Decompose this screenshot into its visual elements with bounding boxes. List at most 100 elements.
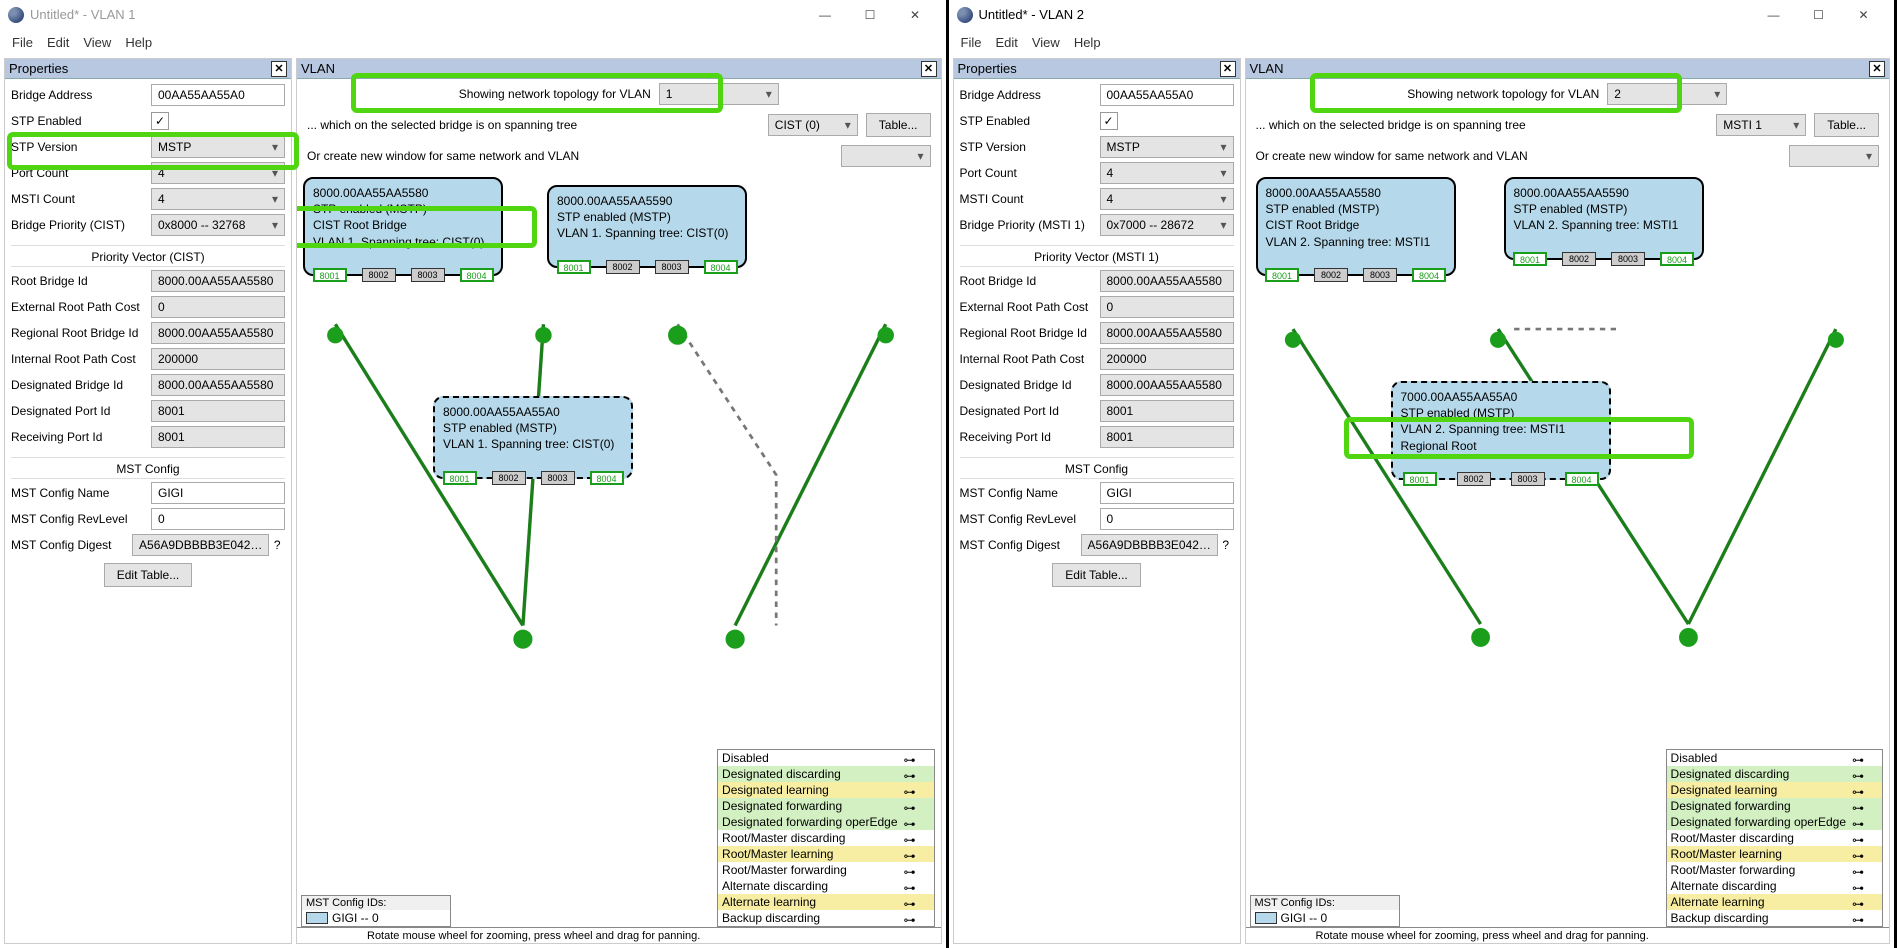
menubar: File Edit View Help [949, 30, 1895, 54]
port[interactable]: 8003 [1611, 252, 1645, 266]
bridge-priority-select[interactable]: 0x7000 -- 28672 [1100, 214, 1234, 236]
port[interactable]: 8004 [1660, 252, 1694, 266]
new-window-vlan-select[interactable] [841, 145, 931, 167]
legend-label: Alternate learning [1671, 895, 1846, 909]
legend-row: Designated forwarding⊶ [1667, 798, 1882, 814]
vlan-controls: Showing network topology for VLAN 2 ... … [1246, 79, 1890, 171]
minimize-button[interactable]: — [803, 0, 848, 30]
bridge-node-c-selected[interactable]: 7000.00AA55AA55A0 STP enabled (MSTP) VLA… [1391, 381, 1611, 480]
panel-close-icon[interactable]: ✕ [1869, 61, 1885, 77]
digest-help-icon[interactable]: ? [1218, 538, 1234, 552]
mst-name-input[interactable]: GIGI [151, 482, 285, 504]
menu-edit[interactable]: Edit [995, 35, 1017, 50]
menu-view[interactable]: View [1032, 35, 1060, 50]
table-button[interactable]: Table... [1814, 113, 1879, 137]
bridge-node-c-selected[interactable]: 8000.00AA55AA55A0 STP enabled (MSTP) VLA… [433, 396, 633, 479]
port[interactable]: 8004 [1412, 268, 1446, 282]
msti-count-select[interactable]: 4 [1100, 188, 1234, 210]
port[interactable]: 8002 [362, 268, 396, 282]
menu-help[interactable]: Help [125, 35, 152, 50]
vlan-select[interactable]: 2 [1607, 83, 1727, 105]
legend-label: Designated forwarding operEdge [1671, 815, 1846, 829]
edit-table-button[interactable]: Edit Table... [104, 563, 192, 587]
mst-rev-input[interactable]: 0 [1100, 508, 1234, 530]
bridge-address-input[interactable]: 00AA55AA55A0 [151, 84, 285, 106]
root-bridge-id-value: 8000.00AA55AA5580 [1100, 270, 1234, 292]
topology-canvas[interactable]: 8000.00AA55AA5580 STP enabled (MSTP) CIS… [297, 171, 941, 943]
port-count-select[interactable]: 4 [1100, 162, 1234, 184]
port[interactable]: 8004 [460, 268, 494, 282]
msti-count-select[interactable]: 4 [151, 188, 285, 210]
bridge-address-label: Bridge Address [960, 88, 1100, 102]
port[interactable]: 8003 [411, 268, 445, 282]
mst-rev-input[interactable]: 0 [151, 508, 285, 530]
menu-edit[interactable]: Edit [47, 35, 69, 50]
port[interactable]: 8001 [1265, 268, 1299, 282]
mst-name-input[interactable]: GIGI [1100, 482, 1234, 504]
port[interactable]: 8002 [1314, 268, 1348, 282]
panel-close-icon[interactable]: ✕ [921, 61, 937, 77]
menu-help[interactable]: Help [1074, 35, 1101, 50]
reg-root-id-label: Regional Root Bridge Id [960, 326, 1100, 340]
stp-enabled-checkbox[interactable]: ✓ [1100, 112, 1118, 130]
properties-header: Properties ✕ [5, 59, 291, 79]
bridge-node-b[interactable]: 8000.00AA55AA5590 STP enabled (MSTP) VLA… [1504, 177, 1704, 260]
port[interactable]: 8001 [1513, 252, 1547, 266]
reg-root-id-value: 8000.00AA55AA5580 [1100, 322, 1234, 344]
port[interactable]: 8001 [1403, 472, 1437, 486]
legend-symbol-icon: ⊶ [904, 833, 930, 843]
vlan-panel: VLAN ✕ Showing network topology for VLAN… [1245, 58, 1891, 944]
bridge-address-input[interactable]: 00AA55AA55A0 [1100, 84, 1234, 106]
port[interactable]: 8003 [1363, 268, 1397, 282]
menu-file[interactable]: File [961, 35, 982, 50]
edit-table-button[interactable]: Edit Table... [1052, 563, 1140, 587]
close-button[interactable]: ✕ [893, 0, 938, 30]
stp-enabled-label: STP Enabled [11, 114, 151, 128]
port[interactable]: 8004 [704, 260, 738, 274]
stp-version-select[interactable]: MSTP [1100, 136, 1234, 158]
legend-symbol-icon: ⊶ [904, 849, 930, 859]
maximize-button[interactable]: ☐ [1796, 0, 1841, 30]
legend-symbol-icon: ⊶ [904, 913, 930, 923]
stp-version-select[interactable]: MSTP [151, 136, 285, 158]
port[interactable]: 8002 [1562, 252, 1596, 266]
mst-ids-value: GIGI -- 0 [1281, 911, 1328, 925]
port[interactable]: 8001 [313, 268, 347, 282]
digest-help-icon[interactable]: ? [269, 538, 285, 552]
minimize-button[interactable]: — [1751, 0, 1796, 30]
topology-canvas[interactable]: 8000.00AA55AA5580 STP enabled (MSTP) CIS… [1246, 171, 1890, 943]
bridge-node-b[interactable]: 8000.00AA55AA5590 STP enabled (MSTP) VLA… [547, 185, 747, 268]
port[interactable]: 8003 [655, 260, 689, 274]
new-window-vlan-select[interactable] [1789, 145, 1879, 167]
port[interactable]: 8003 [541, 471, 575, 485]
ext-root-path-label: External Root Path Cost [960, 300, 1100, 314]
legend-symbol-icon: ⊶ [1852, 753, 1878, 763]
panel-close-icon[interactable]: ✕ [271, 61, 287, 77]
port[interactable]: 8002 [492, 471, 526, 485]
close-button[interactable]: ✕ [1841, 0, 1886, 30]
port[interactable]: 8001 [443, 471, 477, 485]
stp-enabled-checkbox[interactable]: ✓ [151, 112, 169, 130]
panel-close-icon[interactable]: ✕ [1220, 61, 1236, 77]
port[interactable]: 8001 [557, 260, 591, 274]
maximize-button[interactable]: ☐ [848, 0, 893, 30]
bridge-priority-select[interactable]: 0x8000 -- 32768 [151, 214, 285, 236]
legend-row: Alternate discarding⊶ [1667, 878, 1882, 894]
table-button[interactable]: Table... [866, 113, 931, 137]
port[interactable]: 8002 [606, 260, 640, 274]
bridge-node-a[interactable]: 8000.00AA55AA5580 STP enabled (MSTP) CIS… [1256, 177, 1456, 276]
mst-ids-title: MST Config IDs: [302, 896, 450, 910]
port[interactable]: 8004 [1565, 472, 1599, 486]
menu-file[interactable]: File [12, 35, 33, 50]
bridge-node-a[interactable]: 8000.00AA55AA5580 STP enabled (MSTP) CIS… [303, 177, 503, 276]
spanning-tree-select[interactable]: CIST (0) [768, 114, 858, 136]
port-count-select[interactable]: 4 [151, 162, 285, 184]
vlan-select[interactable]: 1 [659, 83, 779, 105]
spanning-tree-select[interactable]: MSTI 1 [1716, 114, 1806, 136]
port[interactable]: 8002 [1457, 472, 1491, 486]
port[interactable]: 8004 [590, 471, 624, 485]
desig-port-label: Designated Port Id [960, 404, 1100, 418]
port[interactable]: 8003 [1511, 472, 1545, 486]
menu-view[interactable]: View [83, 35, 111, 50]
ext-root-path-label: External Root Path Cost [11, 300, 151, 314]
